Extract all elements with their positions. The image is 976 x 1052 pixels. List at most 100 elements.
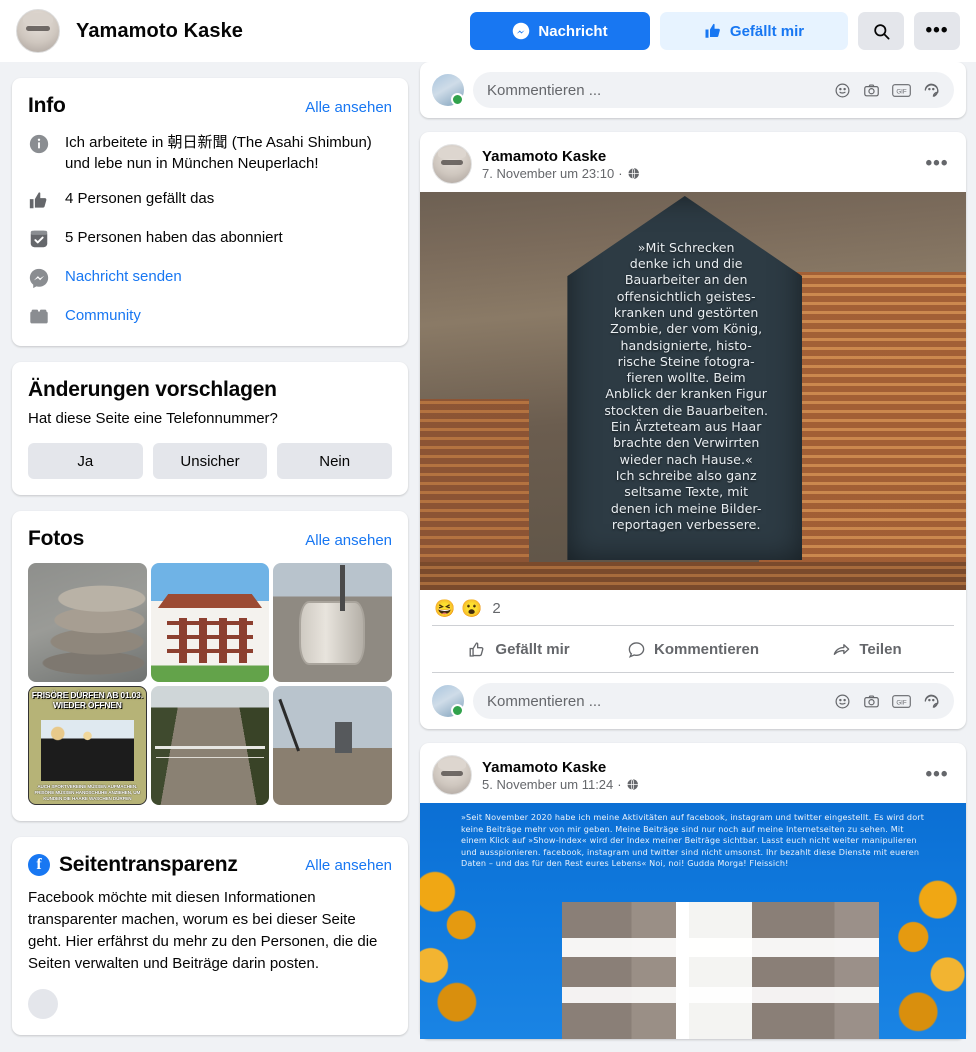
transparency-card-title: Seitentransparenz — [59, 853, 238, 876]
info-row-send-message[interactable]: Nachricht senden — [28, 266, 392, 291]
comment-placeholder: Kommentieren ... — [487, 81, 602, 99]
post-1-comment-input[interactable]: Kommentieren ... GIF — [473, 683, 954, 719]
page-title: Yamamoto Kaske — [76, 19, 244, 42]
community-icon — [28, 306, 52, 330]
message-button-label: Nachricht — [538, 22, 608, 40]
info-card: Info Alle ansehen Ich arbeitete in 朝日新聞 … — [12, 78, 408, 346]
search-button[interactable] — [858, 12, 904, 50]
header-actions: Nachricht Gefällt mir ••• — [470, 12, 960, 50]
comment-icons-top: GIF — [834, 82, 940, 99]
info-followers-text: 5 Personen haben das abonniert — [65, 229, 283, 246]
camera-icon[interactable] — [863, 82, 880, 99]
post-1-timestamp[interactable]: 7. November um 23:10 — [482, 166, 614, 181]
sticker-icon[interactable] — [923, 693, 940, 710]
viewer-avatar — [432, 685, 464, 717]
page-body: Info Alle ansehen Ich arbeitete in 朝日新聞 … — [0, 62, 976, 1052]
post-2-author-name[interactable]: Yamamoto Kaske — [482, 759, 639, 776]
ellipsis-icon: ••• — [925, 764, 949, 785]
photos-card-title: Fotos — [28, 527, 85, 550]
globe-icon — [627, 167, 640, 180]
sticker-icon[interactable] — [923, 82, 940, 99]
emoji-icon[interactable] — [834, 693, 851, 710]
post-1-share-button[interactable]: Teilen — [780, 630, 954, 668]
comment-input-top[interactable]: Kommentieren ... GIF — [473, 72, 954, 108]
message-button[interactable]: Nachricht — [470, 12, 650, 50]
post-2-timestamp[interactable]: 5. November um 11:24 — [482, 777, 613, 792]
post-1-image[interactable]: »Mit Schrecken denke ich und die Bauarbe… — [420, 192, 966, 590]
post-1-image-overlay-text: »Mit Schrecken denke ich und die Bauarbe… — [604, 239, 769, 532]
facebook-logo-icon: f — [28, 854, 50, 876]
share-arrow-icon — [832, 640, 851, 659]
suggest-yes-button[interactable]: Ja — [28, 443, 143, 479]
post-1-like-label: Gefällt mir — [495, 640, 570, 658]
separator-dot: · — [617, 776, 622, 792]
messenger-icon — [28, 267, 52, 291]
page-more-options-button[interactable]: ••• — [914, 12, 960, 50]
feed-column: Kommentieren ... GIF Yamamoto Kaske 7. N… — [420, 62, 966, 1052]
suggest-edits-card: Änderungen vorschlagen Hat diese Seite e… — [12, 362, 408, 495]
building-facade — [561, 902, 879, 1039]
photo-thumbnail-3[interactable] — [273, 563, 392, 682]
ellipsis-icon: ••• — [925, 153, 949, 174]
svg-text:GIF: GIF — [896, 88, 907, 95]
post-2-more-options-button[interactable]: ••• — [920, 758, 954, 792]
suggest-unsure-button[interactable]: Unsicher — [152, 443, 268, 479]
info-card-header: Info Alle ansehen — [28, 94, 392, 118]
camera-icon[interactable] — [863, 693, 880, 710]
search-icon — [872, 22, 891, 41]
gif-icon[interactable]: GIF — [892, 693, 911, 710]
info-send-message-link[interactable]: Nachricht senden — [65, 266, 182, 287]
autumn-tree-right — [878, 869, 966, 1039]
like-page-button[interactable]: Gefällt mir — [660, 12, 848, 50]
page-avatar[interactable] — [16, 9, 60, 53]
info-row-community[interactable]: Community — [28, 305, 392, 330]
info-card-title: Info — [28, 94, 66, 117]
info-likes-text: 4 Personen gefällt das — [65, 190, 215, 207]
post-2-author-avatar[interactable] — [432, 755, 472, 795]
messenger-icon — [512, 22, 530, 40]
photos-card-header: Fotos Alle ansehen — [28, 527, 392, 551]
transparency-avatar-placeholder — [28, 989, 58, 1019]
reaction-wow-icon: 😮 — [461, 599, 483, 618]
photo-thumbnail-6[interactable] — [273, 686, 392, 805]
svg-text:GIF: GIF — [896, 699, 907, 706]
separator-dot: · — [618, 165, 623, 181]
photo-thumbnail-4[interactable]: FRISÖRE DÜRFEN AB 01.03. WIEDER ÖFFNEN A… — [28, 686, 147, 805]
info-row-likes: 4 Personen gefällt das — [28, 188, 392, 213]
ellipsis-icon: ••• — [925, 20, 949, 41]
post-1-like-button[interactable]: Gefällt mir — [432, 630, 606, 668]
info-row-about: Ich arbeitete in 朝日新聞 (The Asahi Shimbun… — [28, 132, 392, 174]
photos-card: Fotos Alle ansehen FRISÖRE DÜRFEN AB 01.… — [12, 511, 408, 821]
globe-icon — [626, 778, 639, 791]
poster-illustration — [40, 719, 134, 781]
info-circle-icon — [28, 133, 52, 157]
autumn-tree-left — [420, 854, 497, 1039]
post-2-header: Yamamoto Kaske 5. November um 11:24 · ••… — [420, 743, 966, 803]
thumbs-up-outline-icon — [468, 640, 487, 659]
post-1-author-avatar[interactable] — [432, 144, 472, 184]
photo-thumbnail-1[interactable] — [28, 563, 147, 682]
comment-placeholder: Kommentieren ... — [487, 692, 602, 710]
emoji-icon[interactable] — [834, 82, 851, 99]
post-1-author-name[interactable]: Yamamoto Kaske — [482, 148, 640, 165]
post-1-share-label: Teilen — [859, 640, 902, 658]
post-1-comment-label: Kommentieren — [653, 640, 760, 658]
info-community-link[interactable]: Community — [65, 305, 141, 326]
page-header-bar: Yamamoto Kaske Nachricht Gefällt mir ••• — [0, 0, 976, 62]
post-2-image-overlay-text: »Seit November 2020 habe ich meine Aktiv… — [460, 812, 925, 869]
transparency-see-all-link[interactable]: Alle ansehen — [305, 857, 392, 874]
post-1-reactions[interactable]: 😆 😮 2 — [420, 590, 966, 625]
post-1-comment-icons: GIF — [834, 693, 940, 710]
comment-bar-top: Kommentieren ... GIF — [420, 62, 966, 118]
photo-thumbnail-2[interactable] — [150, 563, 270, 682]
info-see-all-link[interactable]: Alle ansehen — [305, 99, 392, 116]
post-1-comment-bar: Kommentieren ... GIF — [420, 673, 966, 729]
suggest-no-button[interactable]: Nein — [277, 443, 393, 479]
photo-thumbnail-5[interactable] — [150, 686, 270, 805]
post-1-more-options-button[interactable]: ••• — [920, 147, 954, 181]
photos-see-all-link[interactable]: Alle ansehen — [305, 532, 392, 549]
post-2-image[interactable]: »Seit November 2020 habe ich meine Aktiv… — [420, 803, 966, 1039]
post-1-comment-button[interactable]: Kommentieren — [606, 630, 780, 668]
post-1-meta: Yamamoto Kaske 7. November um 23:10 · — [482, 148, 640, 181]
gif-icon[interactable]: GIF — [892, 82, 911, 99]
